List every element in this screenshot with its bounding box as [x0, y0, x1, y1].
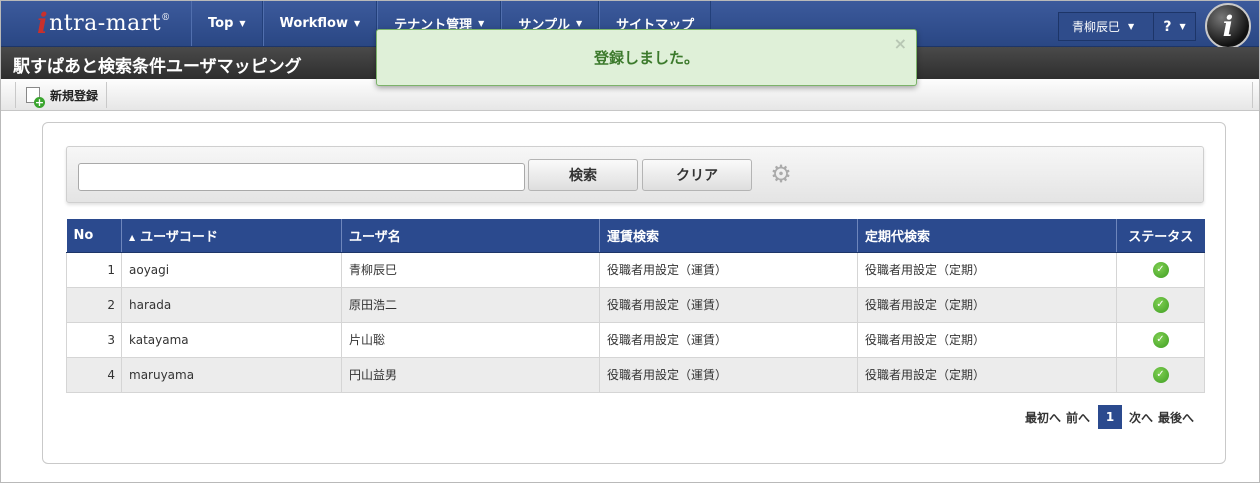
- cell-user-code: katayama: [121, 322, 342, 358]
- column-header-commuter-search[interactable]: 定期代検索: [857, 219, 1117, 253]
- user-mapping-table: No ▲ ユーザコード ユーザ名 運賃検索 定期代検索 ステータス 1 aoyag…: [66, 219, 1205, 393]
- cell-user-name: 原田浩二: [341, 287, 600, 323]
- cell-fare-search: 役職者用設定（運賃）: [599, 357, 858, 393]
- check-circle-icon: ✓: [1152, 262, 1169, 278]
- chevron-down-icon: ▼: [478, 19, 485, 28]
- table-row[interactable]: 1 aoyagi 青柳辰巳 役職者用設定（運賃） 役職者用設定（定期） ✓: [66, 252, 1205, 288]
- check-circle-icon: ✓: [1152, 332, 1169, 348]
- cell-status: ✓: [1116, 322, 1205, 358]
- cell-user-code: harada: [121, 287, 342, 323]
- column-header-user-name[interactable]: ユーザ名: [341, 219, 600, 253]
- pager-prev[interactable]: 前へ: [1066, 409, 1090, 426]
- table-header-row: No ▲ ユーザコード ユーザ名 運賃検索 定期代検索 ステータス: [66, 219, 1205, 253]
- search-input[interactable]: [78, 163, 525, 191]
- chevron-down-icon: ▼: [354, 19, 361, 28]
- cell-fare-search: 役職者用設定（運賃）: [599, 287, 858, 323]
- user-name: 青柳辰巳: [1072, 20, 1121, 34]
- cell-status: ✓: [1116, 287, 1205, 323]
- menu-workflow-label: Workflow: [279, 16, 348, 31]
- table-row[interactable]: 4 maruyama 円山益男 役職者用設定（運賃） 役職者用設定（定期） ✓: [66, 357, 1205, 393]
- cell-fare-search: 役職者用設定（運賃）: [599, 322, 858, 358]
- search-button[interactable]: 検索: [528, 159, 638, 191]
- sort-ascending-icon: ▲: [129, 232, 136, 242]
- brand-icon[interactable]: i: [1205, 3, 1251, 49]
- pagination: 最初へ 前へ 1 次へ 最後へ: [1025, 405, 1199, 429]
- brand-letter: i: [1222, 9, 1234, 43]
- pager-current-page[interactable]: 1: [1098, 405, 1123, 429]
- cell-fare-search: 役職者用設定（運賃）: [599, 252, 858, 288]
- cell-commuter-search: 役職者用設定（定期）: [857, 322, 1117, 358]
- new-document-icon: [26, 87, 45, 108]
- cell-user-code: maruyama: [121, 357, 342, 393]
- cell-no: 3: [66, 322, 122, 358]
- chevron-down-icon: ▼: [1128, 22, 1135, 31]
- pager-next[interactable]: 次へ: [1129, 409, 1153, 426]
- cell-no: 1: [66, 252, 122, 288]
- menu-workflow[interactable]: Workflow ▼: [262, 1, 378, 46]
- menu-top-label: Top: [208, 16, 234, 31]
- cell-no: 4: [66, 357, 122, 393]
- menu-top[interactable]: Top ▼: [191, 1, 263, 46]
- cell-user-name: 円山益男: [341, 357, 600, 393]
- cell-commuter-search: 役職者用設定（定期）: [857, 357, 1117, 393]
- logo-initial: i: [37, 7, 49, 40]
- success-toast: 登録しました。 ×: [376, 29, 917, 86]
- new-register-button[interactable]: 新規登録: [15, 82, 108, 108]
- column-header-user-code-label: ユーザコード: [140, 229, 218, 245]
- check-circle-icon: ✓: [1152, 297, 1169, 313]
- clear-button[interactable]: クリア: [642, 159, 752, 191]
- help-dropdown[interactable]: ? ▼: [1154, 13, 1195, 40]
- column-header-fare-search[interactable]: 運賃検索: [599, 219, 858, 253]
- search-bar: 検索 クリア ⚙: [66, 146, 1204, 203]
- toast-message: 登録しました。: [593, 49, 699, 67]
- page-title: 駅すぱあと検索条件ユーザマッピング: [13, 57, 302, 77]
- cell-no: 2: [66, 287, 122, 323]
- new-register-label: 新規登録: [50, 88, 99, 103]
- check-circle-icon: ✓: [1152, 367, 1169, 383]
- toolbar-divider: [1252, 82, 1253, 108]
- close-icon[interactable]: ×: [894, 34, 907, 53]
- cell-status: ✓: [1116, 252, 1205, 288]
- pager-first[interactable]: 最初へ: [1025, 409, 1061, 426]
- chevron-down-icon: ▼: [239, 19, 246, 28]
- user-menu: 青柳辰巳 ▼ ? ▼: [1058, 12, 1196, 41]
- cell-status: ✓: [1116, 357, 1205, 393]
- cell-commuter-search: 役職者用設定（定期）: [857, 287, 1117, 323]
- cell-user-name: 青柳辰巳: [341, 252, 600, 288]
- user-dropdown[interactable]: 青柳辰巳 ▼: [1059, 13, 1154, 40]
- pager-last[interactable]: 最後へ: [1158, 409, 1194, 426]
- column-header-no[interactable]: No: [66, 219, 122, 253]
- table-row[interactable]: 2 harada 原田浩二 役職者用設定（運賃） 役職者用設定（定期） ✓: [66, 287, 1205, 323]
- logo-registered-mark: ®: [161, 12, 171, 23]
- table-row[interactable]: 3 katayama 片山聡 役職者用設定（運賃） 役職者用設定（定期） ✓: [66, 322, 1205, 358]
- cell-user-name: 片山聡: [341, 322, 600, 358]
- help-icon: ?: [1163, 18, 1172, 35]
- intra-mart-logo[interactable]: i ntra-mart ®: [1, 1, 191, 46]
- chevron-down-icon: ▼: [1179, 22, 1186, 31]
- main-panel: 検索 クリア ⚙ No ▲ ユーザコード ユーザ名 運賃検索 定期代検索 ステータ…: [42, 122, 1226, 464]
- chevron-down-icon: ▼: [575, 19, 583, 28]
- logo-text: ntra-mart: [49, 11, 162, 36]
- column-header-user-code[interactable]: ▲ ユーザコード: [121, 219, 342, 253]
- cell-user-code: aoyagi: [121, 252, 342, 288]
- column-header-status[interactable]: ステータス: [1116, 219, 1205, 253]
- cell-commuter-search: 役職者用設定（定期）: [857, 252, 1117, 288]
- gear-icon[interactable]: ⚙: [768, 161, 794, 187]
